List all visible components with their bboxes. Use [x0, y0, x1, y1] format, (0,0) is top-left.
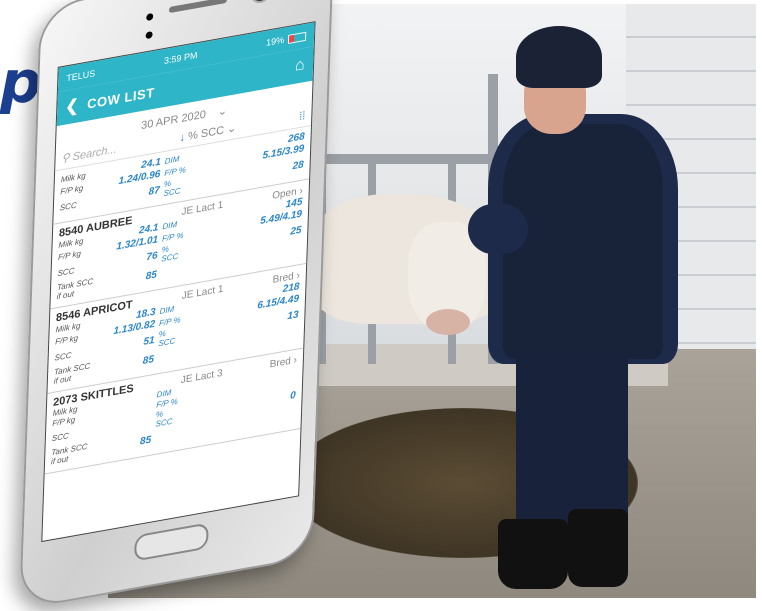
search-icon: ⚲: [61, 151, 70, 166]
front-camera: [250, 0, 272, 5]
speaker-grille: [168, 0, 228, 14]
page-title: COW LIST: [86, 84, 155, 112]
battery-percent: 19%: [265, 34, 285, 48]
tank-scc-value: 85: [145, 268, 158, 282]
pct-scc-label: % SCC: [155, 409, 173, 429]
scc-value: [92, 420, 152, 431]
pct-scc-label: % SCC: [163, 178, 181, 199]
back-chevron-icon[interactable]: ❮: [65, 95, 80, 118]
scc-label: SCC: [59, 200, 77, 213]
app-screen: TELUS 3:59 PM 19% ❮ COW LIST ⌂ 30 APR 20…: [41, 21, 316, 543]
fp-kg-value: [92, 406, 152, 417]
filter-settings-icon[interactable]: ⁞⁞: [299, 109, 306, 122]
sort-label: % SCC: [187, 124, 225, 143]
clock: 3:59 PM: [163, 50, 198, 67]
tank-scc-label: Tank SCC if out: [53, 361, 91, 386]
chevron-right-icon: ›: [299, 185, 303, 198]
chevron-right-icon: ›: [296, 270, 301, 282]
pct-scc-label: % SCC: [161, 244, 179, 264]
carrier-label: TELUS: [66, 68, 96, 84]
sort-chevron-icon: ⌄: [226, 122, 237, 136]
scc-label: SCC: [54, 350, 72, 363]
chevron-right-icon: ›: [293, 354, 298, 367]
tank-scc-value: 85: [142, 353, 155, 367]
home-icon[interactable]: ⌂: [295, 56, 306, 76]
pct-scc-value: 0: [289, 389, 296, 402]
sort-arrow-icon: ↓: [179, 131, 186, 145]
smartphone: ● ● TELUS 3:59 PM 19% ❮ COW LIST ⌂ 30 AP…: [19, 0, 334, 611]
home-button[interactable]: [133, 522, 209, 562]
pct-scc-label: % SCC: [158, 328, 176, 349]
tank-scc-value: 85: [139, 434, 152, 448]
scc-label: SCC: [51, 430, 69, 443]
sensor-dots: ● ●: [143, 7, 155, 45]
tank-scc-label: Tank SCC if out: [56, 276, 94, 302]
chevron-down-icon: ⌄: [217, 104, 228, 119]
battery-icon: [288, 31, 307, 44]
scc-label: SCC: [57, 265, 75, 278]
search-placeholder: Search...: [72, 143, 117, 164]
tank-scc-label: Tank SCC if out: [50, 441, 88, 467]
